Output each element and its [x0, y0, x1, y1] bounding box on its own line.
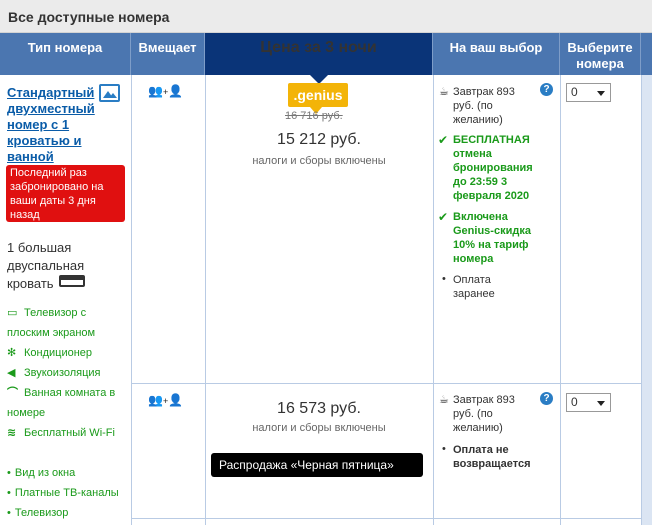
room-name-link[interactable]: Стандартный двухместный номер с 1 кроват… — [7, 85, 95, 165]
bullet-icon: • — [442, 273, 446, 285]
photo-icon[interactable] — [99, 84, 120, 102]
check-icon: ✔ — [438, 133, 449, 147]
genius-discount: Включена Genius-скидка 10% на тариф номе… — [453, 211, 531, 265]
payment-terms: Оплата заранее — [453, 274, 495, 300]
facility-view: • Вид из окна — [7, 467, 76, 479]
facility-ac: ✻ Кондиционер — [7, 343, 129, 363]
tv-icon: ▭ — [7, 307, 18, 319]
help-icon[interactable]: ? — [540, 392, 553, 405]
col-header-extra — [641, 33, 652, 75]
col-header-room-type: Тип номера — [0, 33, 131, 75]
cup-icon: ☕ — [439, 394, 449, 406]
genius-badge: .genius — [288, 83, 348, 114]
bed-icon — [59, 275, 85, 287]
check-icon: ✔ — [438, 210, 449, 224]
room-quantity-select[interactable]: 0 — [566, 393, 611, 412]
promo-tooltip: Распродажа «Черная пятница» — [211, 453, 423, 477]
taxes-note: налоги и сборы включены — [252, 155, 386, 167]
shower-icon: ⌒ — [7, 387, 18, 399]
room-quantity-select[interactable]: 0 — [566, 83, 611, 102]
breakfast-option: Завтрак 893 руб. (по желанию) — [453, 86, 515, 126]
rate-price: 15 212 руб. — [277, 131, 361, 148]
facility-paid-tv: • Платные ТВ-каналы — [7, 487, 119, 499]
facility-soundproof: ◀ Звукоизоляция — [7, 363, 129, 383]
col-header-select: Выберите номера — [560, 33, 641, 75]
occupancy-icon: 👥+👤 — [148, 393, 184, 407]
last-booked-badge: Последний раз забронировано на ваши даты… — [6, 165, 125, 222]
col-header-your-choice: На ваш выбор — [433, 33, 560, 75]
help-icon[interactable]: ? — [540, 83, 553, 96]
facility-bathroom: ⌒ Ванная комната в номере — [7, 383, 119, 423]
occupancy-icon: 👥+👤 — [148, 84, 184, 98]
payment-terms: Оплата не возвращается — [453, 444, 531, 470]
col-header-price[interactable]: Цена за 3 ночи — [205, 33, 433, 84]
grid-line — [433, 75, 434, 525]
row-divider — [131, 383, 641, 384]
bullet-icon: • — [7, 487, 11, 499]
bullet-icon: • — [442, 443, 446, 455]
scroll-column — [641, 75, 652, 525]
col-header-sleeps: Вмещает — [131, 33, 205, 75]
breakfast-option: Завтрак 893 руб. (по желанию) — [453, 394, 515, 434]
bullet-icon: • — [7, 507, 11, 519]
section-title: Все доступные номера — [8, 9, 170, 25]
facility-tv: ▭ Телевизор с плоским экраном — [7, 303, 107, 343]
rate-price: 16 573 руб. — [277, 400, 361, 417]
old-price: 16 716 руб. — [285, 110, 343, 122]
cup-icon: ☕ — [439, 86, 449, 98]
section-header: Все доступные номера — [0, 0, 652, 33]
grid-line — [560, 75, 561, 525]
taxes-note: налоги и сборы включены — [252, 422, 386, 434]
snowflake-icon: ✻ — [7, 347, 17, 359]
speaker-icon: ◀ — [7, 367, 16, 379]
grid-line — [131, 75, 132, 525]
row-divider — [131, 518, 641, 519]
facility-tv-set: • Телевизор — [7, 507, 69, 519]
bullet-icon: • — [7, 467, 11, 479]
free-cancellation: БЕСПЛАТНАЯ отмена бронирования до 23:59 … — [453, 134, 533, 202]
facility-wifi: ≋ Бесплатный Wi-Fi — [7, 423, 117, 443]
wifi-icon: ≋ — [7, 427, 17, 439]
